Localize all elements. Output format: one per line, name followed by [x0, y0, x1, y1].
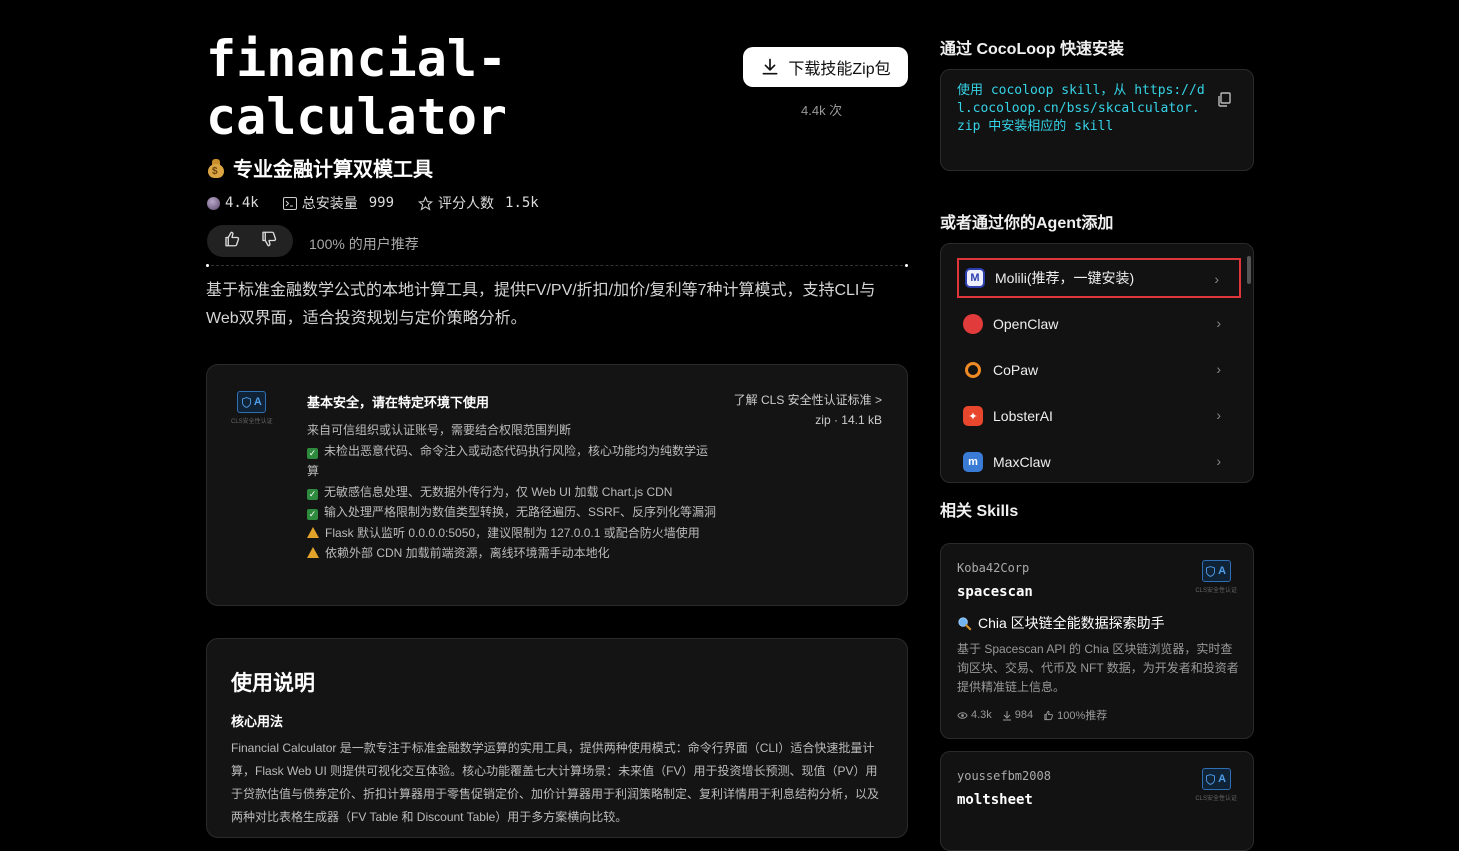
thumbs-up-icon — [1044, 710, 1054, 720]
thumbs-up-button[interactable] — [223, 230, 241, 253]
security-line: 来自可信组织或认证账号，需要结合权限范围判断 — [307, 423, 572, 437]
agent-list-scrollbar[interactable] — [1247, 256, 1251, 284]
views-stat: 4.4k — [207, 195, 259, 211]
usage-title: 使用说明 — [231, 672, 315, 695]
shield-icon — [241, 396, 251, 408]
downloads-stat: 984 — [1002, 707, 1033, 723]
copy-icon[interactable] — [1217, 92, 1231, 112]
terminal-icon — [282, 196, 297, 210]
security-line-ok: ✓ 无敏感信息处理、无数据外传行为，仅 Web UI 加载 Chart.js CD… — [307, 484, 673, 500]
install-box: 使用 cocoloop skill，从 https://dl.cocoloop.… — [940, 69, 1254, 171]
recommend-text: 100% 的用户推荐 — [309, 236, 419, 252]
package-meta: zip · 14.1 kB — [815, 413, 882, 427]
copaw-icon — [965, 362, 981, 378]
skill-author: Koba42Corp — [957, 561, 1030, 575]
skill-name: moltsheet — [957, 792, 1033, 808]
skill-description: 基于 Spacescan API 的 Chia 区块链浏览器，实时查询区块、交易… — [957, 642, 1239, 694]
security-card: A CLS安全性认证 基本安全，请在特定环境下使用 了解 CLS 安全性认证标准… — [206, 364, 908, 606]
security-line-ok: ✓ 输入处理严格限制为数值类型转换，无路径遍历、SSRF、反序列化等漏洞 — [307, 505, 717, 520]
skill-tagline: Chia 区块链全能数据探索助手 — [957, 613, 1165, 633]
security-line-warn: Flask 默认监听 0.0.0.0:5050，建议限制为 127.0.0.1 … — [307, 523, 717, 544]
security-standard-link[interactable]: 了解 CLS 安全性认证标准 > — [734, 391, 882, 408]
views-icon — [207, 196, 220, 210]
magnifier-icon — [958, 616, 972, 630]
chevron-right-icon: › — [1214, 271, 1219, 287]
security-badge: A CLS安全性认证 — [231, 391, 273, 425]
installs-stat: 总安装量 999 — [282, 193, 394, 213]
install-heading: 通过 CocoLoop 快速安装 — [940, 41, 1124, 58]
chevron-right-icon: › — [1216, 453, 1221, 469]
check-icon: ✓ — [307, 488, 318, 500]
skill-stats: 4.4k 总安装量 999 评分人数 1.5k — [207, 193, 539, 213]
security-badge: A CLS安全性认证 — [1195, 768, 1237, 802]
download-count: 4.4k 次 — [801, 103, 843, 118]
download-zip-button[interactable]: 下载技能Zip包 — [743, 47, 908, 87]
views-stat: 4.3k — [957, 707, 992, 723]
download-icon — [1002, 710, 1011, 720]
agent-item-openclaw[interactable]: OpenClaw › — [957, 304, 1241, 344]
security-title: 基本安全，请在特定环境下使用 — [307, 395, 490, 410]
skill-author: youssefbm2008 — [957, 769, 1051, 783]
divider — [206, 264, 908, 267]
thumbs-up-icon — [224, 231, 239, 246]
download-icon — [762, 58, 778, 75]
shield-icon — [1206, 773, 1216, 785]
agent-list: M Molili(推荐，一键安装) › OpenClaw › CoPaw › ✦… — [940, 243, 1254, 483]
check-icon: ✓ — [307, 509, 318, 520]
skill-name: spacescan — [957, 584, 1033, 600]
agent-heading: 或者通过你的Agent添加 — [940, 215, 1114, 232]
related-skill-card[interactable]: Koba42Corp spacescan A CLS安全性认证 Chia 区块链… — [940, 543, 1254, 739]
warning-icon — [307, 547, 319, 558]
agent-item-maxclaw[interactable]: m MaxClaw › — [957, 442, 1241, 482]
subtitle-text: 专业金融计算双模工具 — [233, 159, 433, 181]
security-line-warn: 依赖外部 CDN 加载前端资源，离线环境需手动本地化 — [307, 543, 717, 564]
warning-icon — [307, 526, 319, 538]
check-icon: ✓ — [307, 447, 318, 459]
thumbs-down-icon — [261, 231, 276, 246]
recommend-stat: 100%推荐 — [1043, 707, 1107, 723]
install-command: 使用 cocoloop skill，从 https://dl.cocoloop.… — [957, 83, 1205, 134]
skill-stats: 4.3k 984 100%推荐 — [957, 707, 1107, 723]
agent-item-lobsterai[interactable]: ✦ LobsterAI › — [957, 396, 1241, 436]
skill-description: 基于标准金融数学公式的本地计算工具，提供FV/PV/折扣/加价/复利等7种计算模… — [206, 282, 876, 327]
maxclaw-icon: m — [963, 452, 983, 472]
molili-icon: M — [965, 268, 985, 288]
star-icon — [418, 195, 434, 211]
security-findings: 来自可信组织或认证账号，需要结合权限范围判断 ✓ 未检出恶意代码、命令注入或动态代… — [307, 420, 717, 564]
security-line-ok: ✓ 未检出恶意代码、命令注入或动态代码执行风险，核心功能均为纯数学运算 — [307, 443, 709, 478]
skill-subtitle: $ 专业金融计算双模工具 — [207, 153, 433, 182]
shield-icon — [1206, 565, 1216, 577]
ratings-stat: 评分人数 1.5k — [418, 193, 539, 213]
openclaw-icon — [963, 314, 983, 334]
agent-item-molili[interactable]: M Molili(推荐，一键安装) › — [957, 258, 1241, 298]
chevron-right-icon: › — [1216, 315, 1221, 331]
usage-subtitle: 核心用法 — [231, 714, 284, 729]
usage-card: 使用说明 核心用法 Financial Calculator 是一款专注于标准金… — [206, 638, 908, 838]
usage-text: Financial Calculator 是一款专注于标准金融数学运算的实用工具… — [231, 741, 880, 824]
money-bag-icon: $ — [207, 158, 225, 178]
security-badge: A CLS安全性认证 — [1195, 560, 1237, 594]
eye-icon — [957, 711, 968, 719]
chevron-right-icon: › — [1216, 361, 1221, 377]
lobsterai-icon: ✦ — [963, 406, 983, 426]
chevron-right-icon: › — [1216, 407, 1221, 423]
related-skill-card[interactable]: youssefbm2008 moltsheet A CLS安全性认证 — [940, 751, 1254, 851]
vote-group — [207, 225, 293, 257]
related-heading: 相关 Skills — [940, 503, 1019, 520]
skill-title: financial-calculator — [206, 30, 508, 146]
thumbs-down-button[interactable] — [260, 230, 278, 253]
agent-item-copaw[interactable]: CoPaw › — [957, 350, 1241, 390]
